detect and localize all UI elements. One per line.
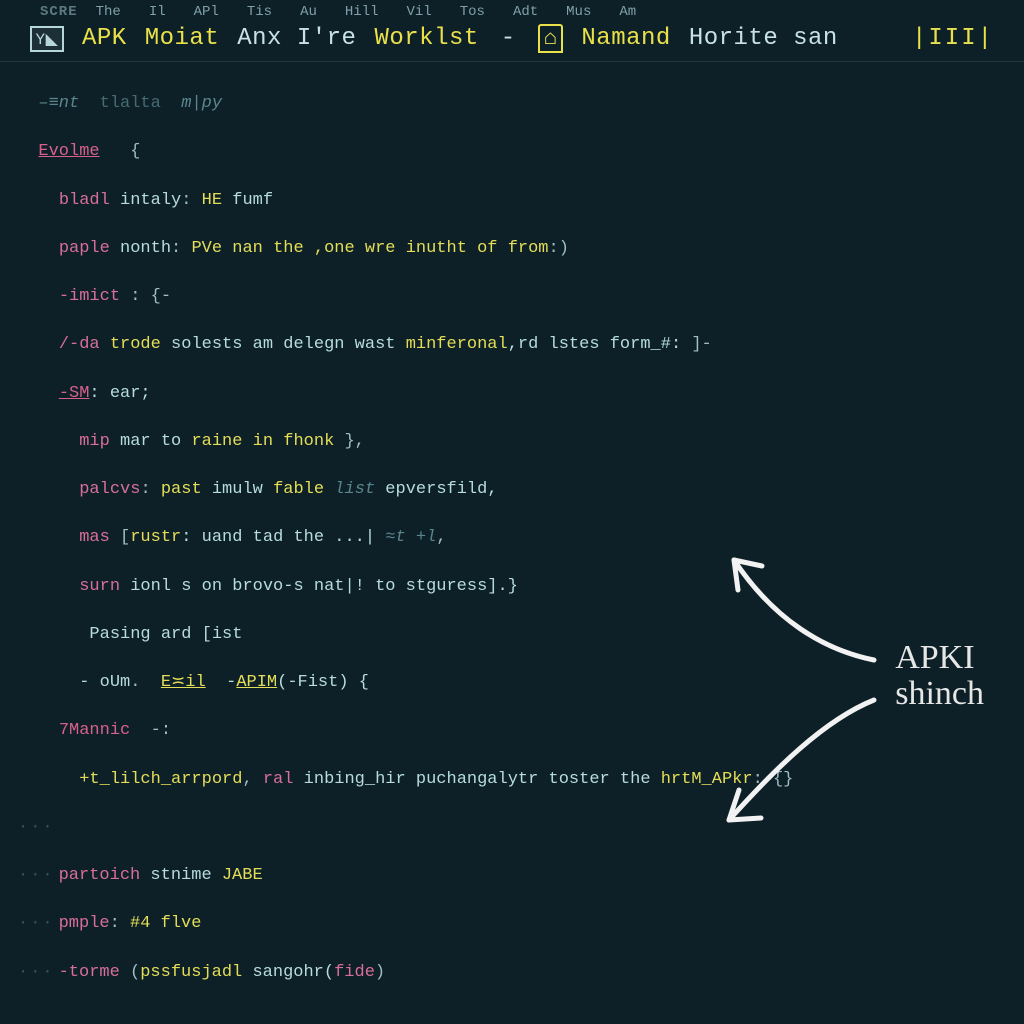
menu-item-4[interactable]: Au bbox=[300, 4, 317, 20]
menu-item-8[interactable]: Adt bbox=[513, 4, 538, 20]
code-line: +t_lilch_arrpord, ral inbing_hir puchang… bbox=[18, 768, 1006, 792]
title-seg-3: Anx I're bbox=[237, 25, 356, 52]
menu-item-0[interactable]: The bbox=[96, 4, 121, 20]
code-line: –≡nt tlalta m|py bbox=[18, 92, 1006, 116]
title-seg-1: APK bbox=[82, 25, 127, 52]
code-line: mas [rustr: uand tad the ...| ≈t +l, bbox=[18, 526, 1006, 550]
code-line: Evolme { bbox=[18, 140, 1006, 164]
code-line: -SM: ear; bbox=[18, 382, 1006, 406]
title-dash: - bbox=[497, 25, 520, 52]
app-logo: SCRE bbox=[40, 4, 78, 20]
code-line: mip mar to raine in fhonk }, bbox=[18, 430, 1006, 454]
code-line: - oUm. E≍il -APIM(-Fist) { bbox=[18, 671, 1006, 695]
home-icon[interactable]: ⌂ bbox=[538, 24, 564, 53]
code-line: paple nonth: PVe nan the ,one wre inutht… bbox=[18, 237, 1006, 261]
title-status: |III| bbox=[912, 25, 994, 52]
code-line bbox=[18, 1009, 1006, 1024]
code-line bbox=[18, 816, 1006, 840]
code-line: /-da trode solests am delegn wast minfer… bbox=[18, 333, 1006, 357]
menu-item-2[interactable]: APl bbox=[194, 4, 219, 20]
title-bar: Y◣ APK Moiat Anx I're Worklst - ⌂ Namand… bbox=[0, 22, 1024, 62]
menu-item-5[interactable]: Hill bbox=[345, 4, 379, 20]
code-line: Pasing ard [ist bbox=[18, 623, 1006, 647]
menu-item-9[interactable]: Mus bbox=[566, 4, 591, 20]
code-line: bladl intaly: HE fumf bbox=[18, 189, 1006, 213]
code-line: 7Mannic -: bbox=[18, 719, 1006, 743]
menu-item-6[interactable]: Vil bbox=[407, 4, 432, 20]
menu-item-10[interactable]: Am bbox=[619, 4, 636, 20]
code-line: palcvs: past imulw fable list epversfild… bbox=[18, 478, 1006, 502]
code-line: -imict : {- bbox=[18, 285, 1006, 309]
code-line: partoich stnime JABE bbox=[18, 864, 1006, 888]
app-box-icon[interactable]: Y◣ bbox=[30, 26, 64, 52]
title-seg-2: Moiat bbox=[145, 25, 220, 52]
code-line: -torme (pssfusjadl sangohr(fide) bbox=[18, 961, 1006, 985]
code-line: pmple: #4 flve bbox=[18, 912, 1006, 936]
code-line: surn ionl s on brovo-s nat|! to stguress… bbox=[18, 575, 1006, 599]
title-seg-5: Namand bbox=[581, 25, 670, 52]
menu-bar: SCRE The Il APl Tis Au Hill Vil Tos Adt … bbox=[0, 0, 1024, 22]
title-seg-4: Worklst bbox=[374, 25, 478, 52]
menu-item-7[interactable]: Tos bbox=[460, 4, 485, 20]
menu-item-3[interactable]: Tis bbox=[247, 4, 272, 20]
code-editor[interactable]: –≡nt tlalta m|py Evolme { bladl intaly: … bbox=[0, 62, 1024, 1024]
menu-item-1[interactable]: Il bbox=[149, 4, 166, 20]
title-seg-6: Horite san bbox=[689, 25, 838, 52]
